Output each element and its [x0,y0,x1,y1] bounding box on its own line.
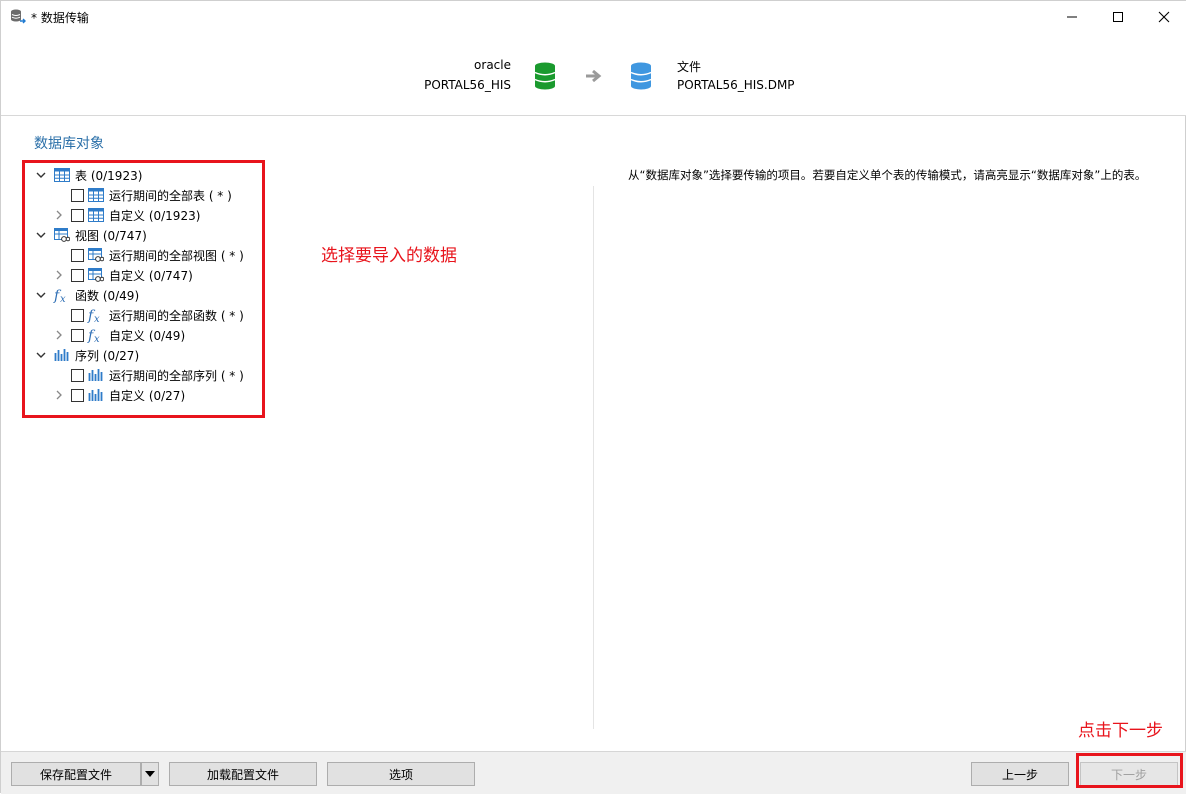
window-title: * 数据传输 [31,11,89,25]
options-button[interactable]: 选项 [327,762,475,786]
save-config-dropdown[interactable] [141,762,159,786]
pane-divider [593,186,594,729]
transfer-summary-header: oracle PORTAL56_HIS 文件 PORTAL56_HIS.DMP [1,32,1186,116]
click-next-annotation: 点击下一步 [1078,721,1163,741]
transfer-hint-text: 从“数据库对象”选择要传输的项目。若要自定义单个表的传输模式，请高亮显示“数据库… [628,168,1147,182]
back-button[interactable]: 上一步 [971,762,1069,786]
tree-highlight-box [22,160,265,418]
maximize-icon [1113,11,1123,22]
destination-type: 文件 [677,60,702,74]
arrow-right-icon [585,68,603,84]
maximize-button[interactable] [1095,1,1141,32]
source-schema-name: PORTAL56_HIS [424,78,511,92]
database-blue-icon [629,62,653,92]
database-green-icon [533,62,557,92]
source-connection-type: oracle [474,58,511,72]
database-objects-heading: 数据库对象 [34,136,104,152]
minimize-button[interactable] [1049,1,1095,32]
data-transfer-app-icon [10,8,26,24]
dropdown-arrow-icon [145,771,155,777]
title-bar: * 数据传输 [1,1,1186,32]
load-config-button[interactable]: 加载配置文件 [169,762,317,786]
close-button[interactable] [1141,1,1186,32]
minimize-icon [1067,16,1077,17]
save-config-button[interactable]: 保存配置文件 [11,762,141,786]
data-transfer-window: * 数据传输 oracle PORTAL56_HIS 文件 PORTAL56_H… [0,0,1186,794]
wizard-footer: 保存配置文件 加载配置文件 选项 上一步 下一步 [1,751,1186,794]
select-data-annotation: 选择要导入的数据 [321,246,457,266]
close-icon [1158,11,1170,22]
next-button-highlight-box [1076,753,1183,788]
destination-file-name: PORTAL56_HIS.DMP [677,78,795,92]
